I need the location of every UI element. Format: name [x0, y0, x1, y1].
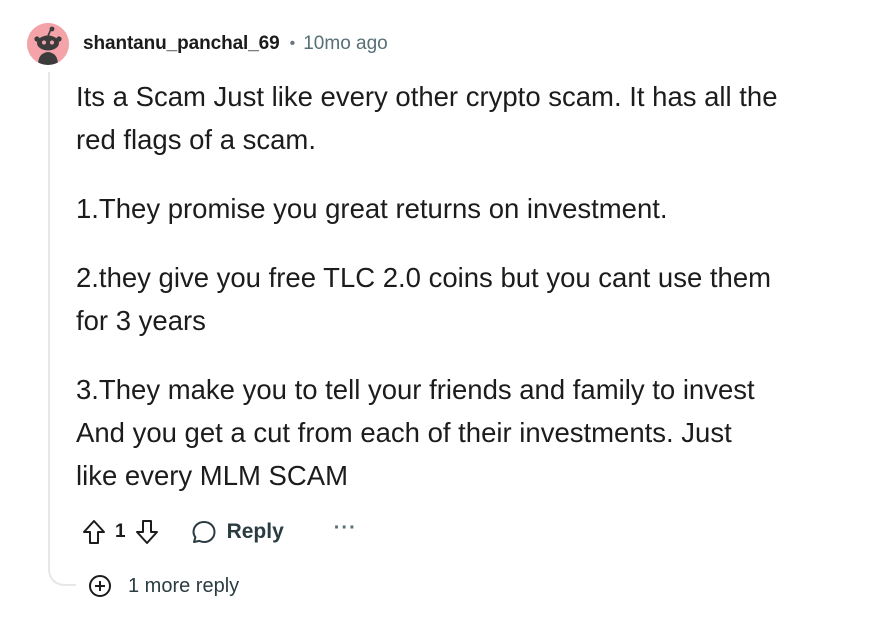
comment-line: And you get a cut from each of their inv…	[76, 417, 732, 448]
comment-line: for 3 years	[76, 305, 206, 336]
meta-separator: •	[289, 35, 296, 52]
comment-body: Its a Scam Just like every other crypto …	[76, 75, 881, 497]
thread-connector	[48, 566, 76, 586]
more-replies-label: 1 more reply	[128, 574, 240, 597]
upvote-button[interactable]	[82, 519, 106, 545]
comment-line: 1.They promise you great returns on inve…	[76, 193, 668, 224]
comment-paragraph: 3.They make you to tell your friends and…	[76, 368, 881, 497]
author-username[interactable]: shantanu_panchal_69	[83, 33, 280, 55]
comment-paragraph: 1.They promise you great returns on inve…	[76, 187, 881, 230]
comment-timestamp: 10mo ago	[303, 33, 388, 54]
reply-label: Reply	[226, 520, 284, 543]
snoo-avatar-icon	[27, 23, 69, 65]
reply-button[interactable]: Reply	[191, 519, 284, 545]
comment-meta: shantanu_panchal_69 • 10mo ago	[83, 31, 388, 57]
downvote-button[interactable]	[135, 519, 159, 545]
more-replies-button[interactable]: 1 more reply	[88, 572, 239, 600]
comment-line: red flags of a scam.	[76, 124, 316, 155]
thread-line	[48, 72, 50, 570]
avatar[interactable]	[27, 23, 69, 65]
comment-line: 3.They make you to tell your friends and…	[76, 374, 755, 405]
comment-line: like every MLM SCAM	[76, 460, 348, 491]
comment-line: Its a Scam Just like every other crypto …	[76, 81, 778, 112]
comment-line: 2.they give you free TLC 2.0 coins but y…	[76, 262, 772, 293]
comment-actions: 1 Reply ···	[82, 512, 357, 552]
more-options-button[interactable]: ···	[334, 518, 357, 538]
comment-paragraph: 2.they give you free TLC 2.0 coins but y…	[76, 256, 881, 342]
vote-count: 1	[115, 521, 126, 542]
plus-circle-icon	[89, 575, 111, 597]
arrow-up-outline-icon	[83, 520, 105, 544]
arrow-down-outline-icon	[135, 520, 158, 544]
comment-paragraph: Its a Scam Just like every other crypto …	[76, 75, 881, 161]
speech-bubble-icon	[191, 519, 217, 545]
